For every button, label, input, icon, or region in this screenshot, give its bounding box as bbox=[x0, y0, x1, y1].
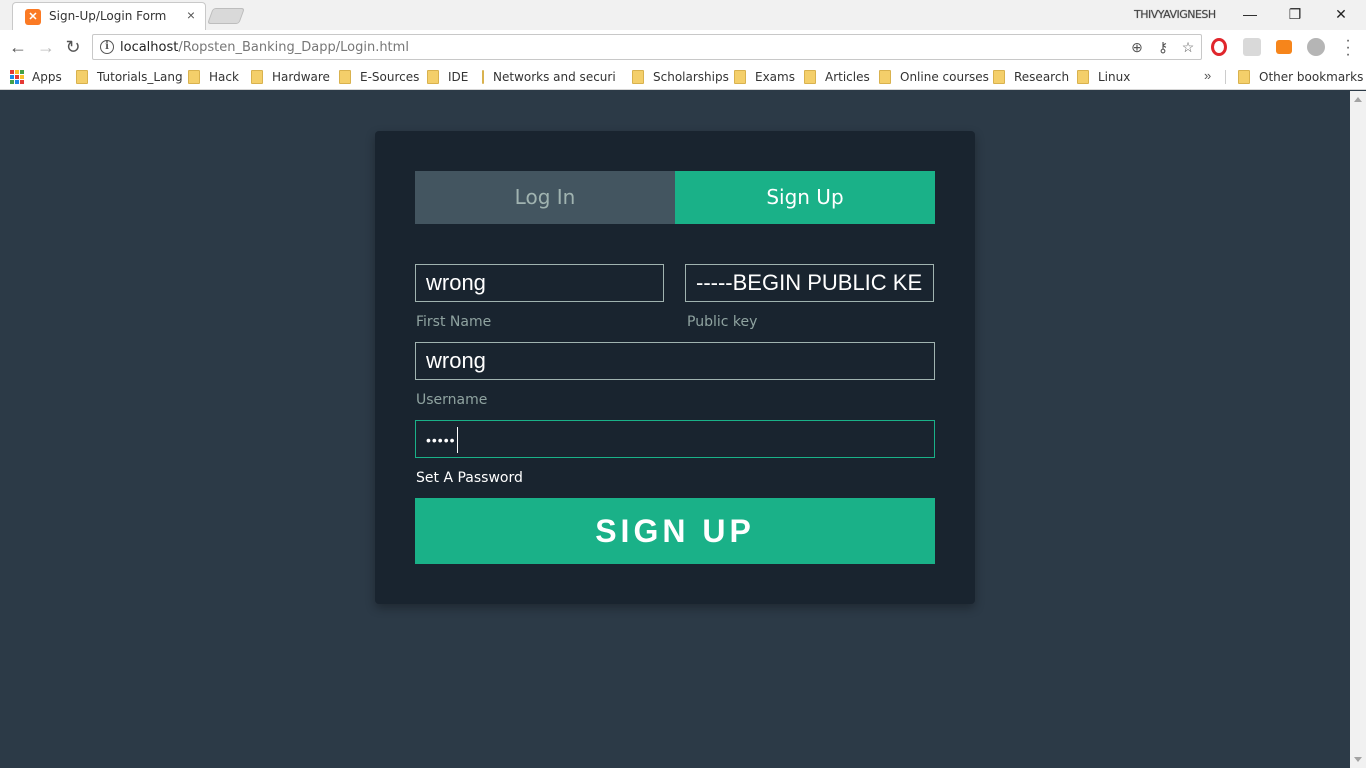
folder-icon bbox=[1077, 70, 1089, 84]
apps-grid-icon bbox=[10, 70, 24, 84]
star-icon[interactable]: ☆ bbox=[1179, 38, 1197, 56]
folder-icon bbox=[734, 70, 746, 84]
browser-toolbar: ← → ↻ i localhost/Ropsten_Banking_Dapp/L… bbox=[0, 30, 1366, 64]
public-key-label: Public key bbox=[687, 314, 758, 330]
scroll-up-icon[interactable] bbox=[1354, 97, 1362, 102]
bookmark-folder[interactable]: Scholarships bbox=[632, 68, 729, 86]
url-text[interactable]: localhost/Ropsten_Banking_Dapp/Login.htm… bbox=[120, 40, 409, 55]
scroll-down-icon[interactable] bbox=[1354, 757, 1362, 762]
signup-form-card: Log In Sign Up wrong First Name -----BEG… bbox=[375, 131, 975, 604]
password-input[interactable]: ••••• bbox=[415, 420, 935, 458]
close-window-icon[interactable]: ✕ bbox=[1331, 4, 1351, 24]
bookmark-folder[interactable]: E-Sources bbox=[339, 68, 419, 86]
folder-icon bbox=[993, 70, 1005, 84]
bookmark-folder[interactable]: Hack bbox=[188, 68, 239, 86]
folder-icon bbox=[188, 70, 200, 84]
folder-icon bbox=[632, 70, 644, 84]
address-bar[interactable]: i localhost/Ropsten_Banking_Dapp/Login.h… bbox=[92, 34, 1202, 60]
restore-icon[interactable]: ❐ bbox=[1285, 4, 1305, 24]
key-icon[interactable]: ⚷ bbox=[1154, 38, 1172, 56]
username-label: Username bbox=[416, 392, 488, 408]
minimize-icon[interactable]: — bbox=[1240, 4, 1260, 24]
public-key-input[interactable]: -----BEGIN PUBLIC KE bbox=[685, 264, 934, 302]
username-input[interactable]: wrong bbox=[415, 342, 935, 380]
tab-signup[interactable]: Sign Up bbox=[675, 171, 935, 224]
forward-icon[interactable]: → bbox=[36, 37, 56, 57]
browser-tab[interactable]: ✕ Sign-Up/Login Form × bbox=[12, 2, 206, 30]
menu-icon[interactable]: · · · bbox=[1342, 33, 1354, 63]
first-name-input[interactable]: wrong bbox=[415, 264, 664, 302]
bookmark-folder[interactable]: Linux bbox=[1077, 68, 1130, 86]
scrollbar[interactable] bbox=[1350, 91, 1366, 768]
signup-button[interactable]: SIGN UP bbox=[415, 498, 935, 564]
bookmark-other[interactable]: Other bookmarks bbox=[1238, 68, 1363, 86]
bookmark-folder[interactable]: Articles bbox=[804, 68, 870, 86]
bookmark-apps[interactable]: Apps bbox=[10, 68, 62, 86]
new-tab-button[interactable] bbox=[207, 8, 245, 24]
folder-icon bbox=[427, 70, 439, 84]
folder-icon bbox=[339, 70, 351, 84]
bookmark-folder[interactable]: IDE bbox=[427, 68, 468, 86]
info-icon[interactable]: i bbox=[100, 40, 114, 54]
bookmark-folder[interactable]: Networks and securit bbox=[482, 68, 615, 86]
metamask-icon[interactable] bbox=[1276, 40, 1292, 54]
folder-icon bbox=[251, 70, 263, 84]
xampp-favicon-icon: ✕ bbox=[25, 9, 41, 25]
bookmark-folder[interactable]: Exams bbox=[734, 68, 795, 86]
password-value: ••••• bbox=[426, 432, 456, 449]
browser-titlebar: ✕ Sign-Up/Login Form × THIVYAVIGNESH — ❐… bbox=[0, 0, 1366, 30]
zoom-icon[interactable]: ⊕ bbox=[1128, 38, 1146, 56]
profile-extension-icon[interactable] bbox=[1307, 38, 1325, 56]
first-name-label: First Name bbox=[416, 314, 492, 330]
tab-close-icon[interactable]: × bbox=[187, 7, 195, 23]
folder-icon bbox=[482, 70, 484, 84]
back-icon[interactable]: ← bbox=[8, 37, 28, 57]
bookmark-folder[interactable]: Research bbox=[993, 68, 1069, 86]
bookmark-folder[interactable]: Online courses bbox=[879, 68, 989, 86]
bookmarks-separator bbox=[1225, 70, 1226, 84]
extension-icon[interactable] bbox=[1243, 38, 1261, 56]
form-tab-group: Log In Sign Up bbox=[415, 171, 935, 224]
folder-icon bbox=[1238, 70, 1250, 84]
tab-login[interactable]: Log In bbox=[415, 171, 675, 224]
bookmarks-overflow-icon[interactable]: » bbox=[1204, 68, 1211, 83]
reload-icon[interactable]: ↻ bbox=[63, 37, 83, 57]
opera-extension-icon[interactable] bbox=[1211, 38, 1227, 56]
password-label: Set A Password bbox=[416, 470, 523, 486]
text-caret bbox=[456, 427, 458, 454]
bookmark-folder[interactable]: Tutorials_Lang bbox=[76, 68, 183, 86]
folder-icon bbox=[76, 70, 88, 84]
folder-icon bbox=[804, 70, 816, 84]
tab-title: Sign-Up/Login Form bbox=[49, 9, 167, 23]
folder-icon bbox=[879, 70, 891, 84]
bookmark-folder[interactable]: Hardware bbox=[251, 68, 330, 86]
profile-name[interactable]: THIVYAVIGNESH bbox=[1134, 8, 1216, 21]
bookmarks-bar: Apps Tutorials_Lang Hack Hardware E-Sour… bbox=[0, 64, 1366, 90]
